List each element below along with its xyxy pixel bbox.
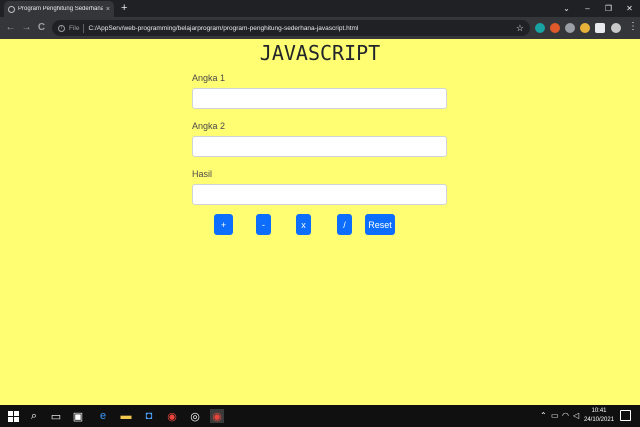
back-arrow-icon[interactable]: ← [4,21,17,34]
angka1-input[interactable] [192,88,447,109]
angka2-input[interactable] [192,136,447,157]
reset-button[interactable]: Reset [365,214,395,235]
page-content: JAVASCRIPT Angka 1 Angka 2 Hasil + - x /… [0,39,640,405]
profile-avatar[interactable] [611,23,621,33]
browser-toolbar: ← → C i File C:/AppServ/web-programming/… [0,17,640,39]
add-button[interactable]: + [214,214,233,235]
window-controls: ⌄ – ❐ ✕ [556,0,640,17]
bookmark-star-icon[interactable]: ☆ [516,23,524,34]
taskbar: ⌕ ▭ ▣ e ▬ ◘ ◉ ◎ ◉ ⌃ ▭ ◠ ◁ 10:41 24/10/20… [0,405,640,427]
close-tab-icon[interactable]: × [106,6,110,13]
tab-bar: Program Penghitung Sederhana... × + ⌄ – … [0,0,640,17]
minimize-button[interactable]: – [577,0,598,17]
chevron-up-icon[interactable]: ⌃ [540,411,547,420]
tab-search-icon[interactable]: ⌄ [556,0,577,17]
chrome-icon[interactable]: ◉ [165,409,179,423]
info-icon[interactable]: i [58,24,65,32]
new-tab-button[interactable]: + [121,2,127,14]
puzzle-icon[interactable] [595,23,605,33]
kebab-menu-icon[interactable]: ⋮ [628,21,638,32]
globe-icon [8,5,15,13]
extension-icon-1[interactable] [535,23,545,33]
address-scheme: File [69,24,80,32]
extension-icon-2[interactable] [550,23,560,33]
multiply-button[interactable]: x [296,214,311,235]
chrome-active-icon[interactable]: ◉ [210,409,224,423]
app-icon[interactable]: ◘ [142,409,156,423]
edge-icon[interactable]: e [96,409,110,423]
tab-title: Program Penghitung Sederhana... [18,6,103,12]
restore-button[interactable]: ❐ [598,0,619,17]
store-icon[interactable]: ▣ [71,409,85,423]
windows-start-icon[interactable] [6,409,20,423]
address-divider [83,23,85,33]
network-icon[interactable]: ▭ [551,411,559,420]
address-bar[interactable]: i File C:/AppServ/web-programming/belaja… [52,20,530,36]
clock-time: 10:41 [591,408,607,414]
divide-button[interactable]: / [337,214,352,235]
volume-icon[interactable]: ◁ [573,411,579,420]
page-title: JAVASCRIPT [259,41,381,65]
notification-icon[interactable] [620,410,631,421]
close-window-button[interactable]: ✕ [619,0,640,17]
obs-icon[interactable]: ◎ [188,409,202,423]
address-url[interactable]: C:/AppServ/web-programming/belajarprogra… [88,25,511,32]
search-icon[interactable]: ⌕ [27,409,41,423]
subtract-button[interactable]: - [256,214,271,235]
clock-date: 24/10/2021 [584,417,615,423]
forward-arrow-icon[interactable]: → [20,21,33,34]
hasil-input[interactable] [192,184,447,205]
clock[interactable]: 10:41 24/10/2021 [584,407,614,425]
file-explorer-icon[interactable]: ▬ [119,409,133,423]
extension-icon-4[interactable] [580,23,590,33]
angka2-label: Angka 2 [192,121,226,131]
wifi-icon[interactable]: ◠ [562,411,569,420]
angka1-label: Angka 1 [192,73,226,83]
hasil-label: Hasil [192,169,213,179]
browser-tab[interactable]: Program Penghitung Sederhana... × [4,1,114,17]
reload-icon[interactable]: C [35,21,48,34]
task-view-icon[interactable]: ▭ [49,409,63,423]
extension-icon-3[interactable] [565,23,575,33]
